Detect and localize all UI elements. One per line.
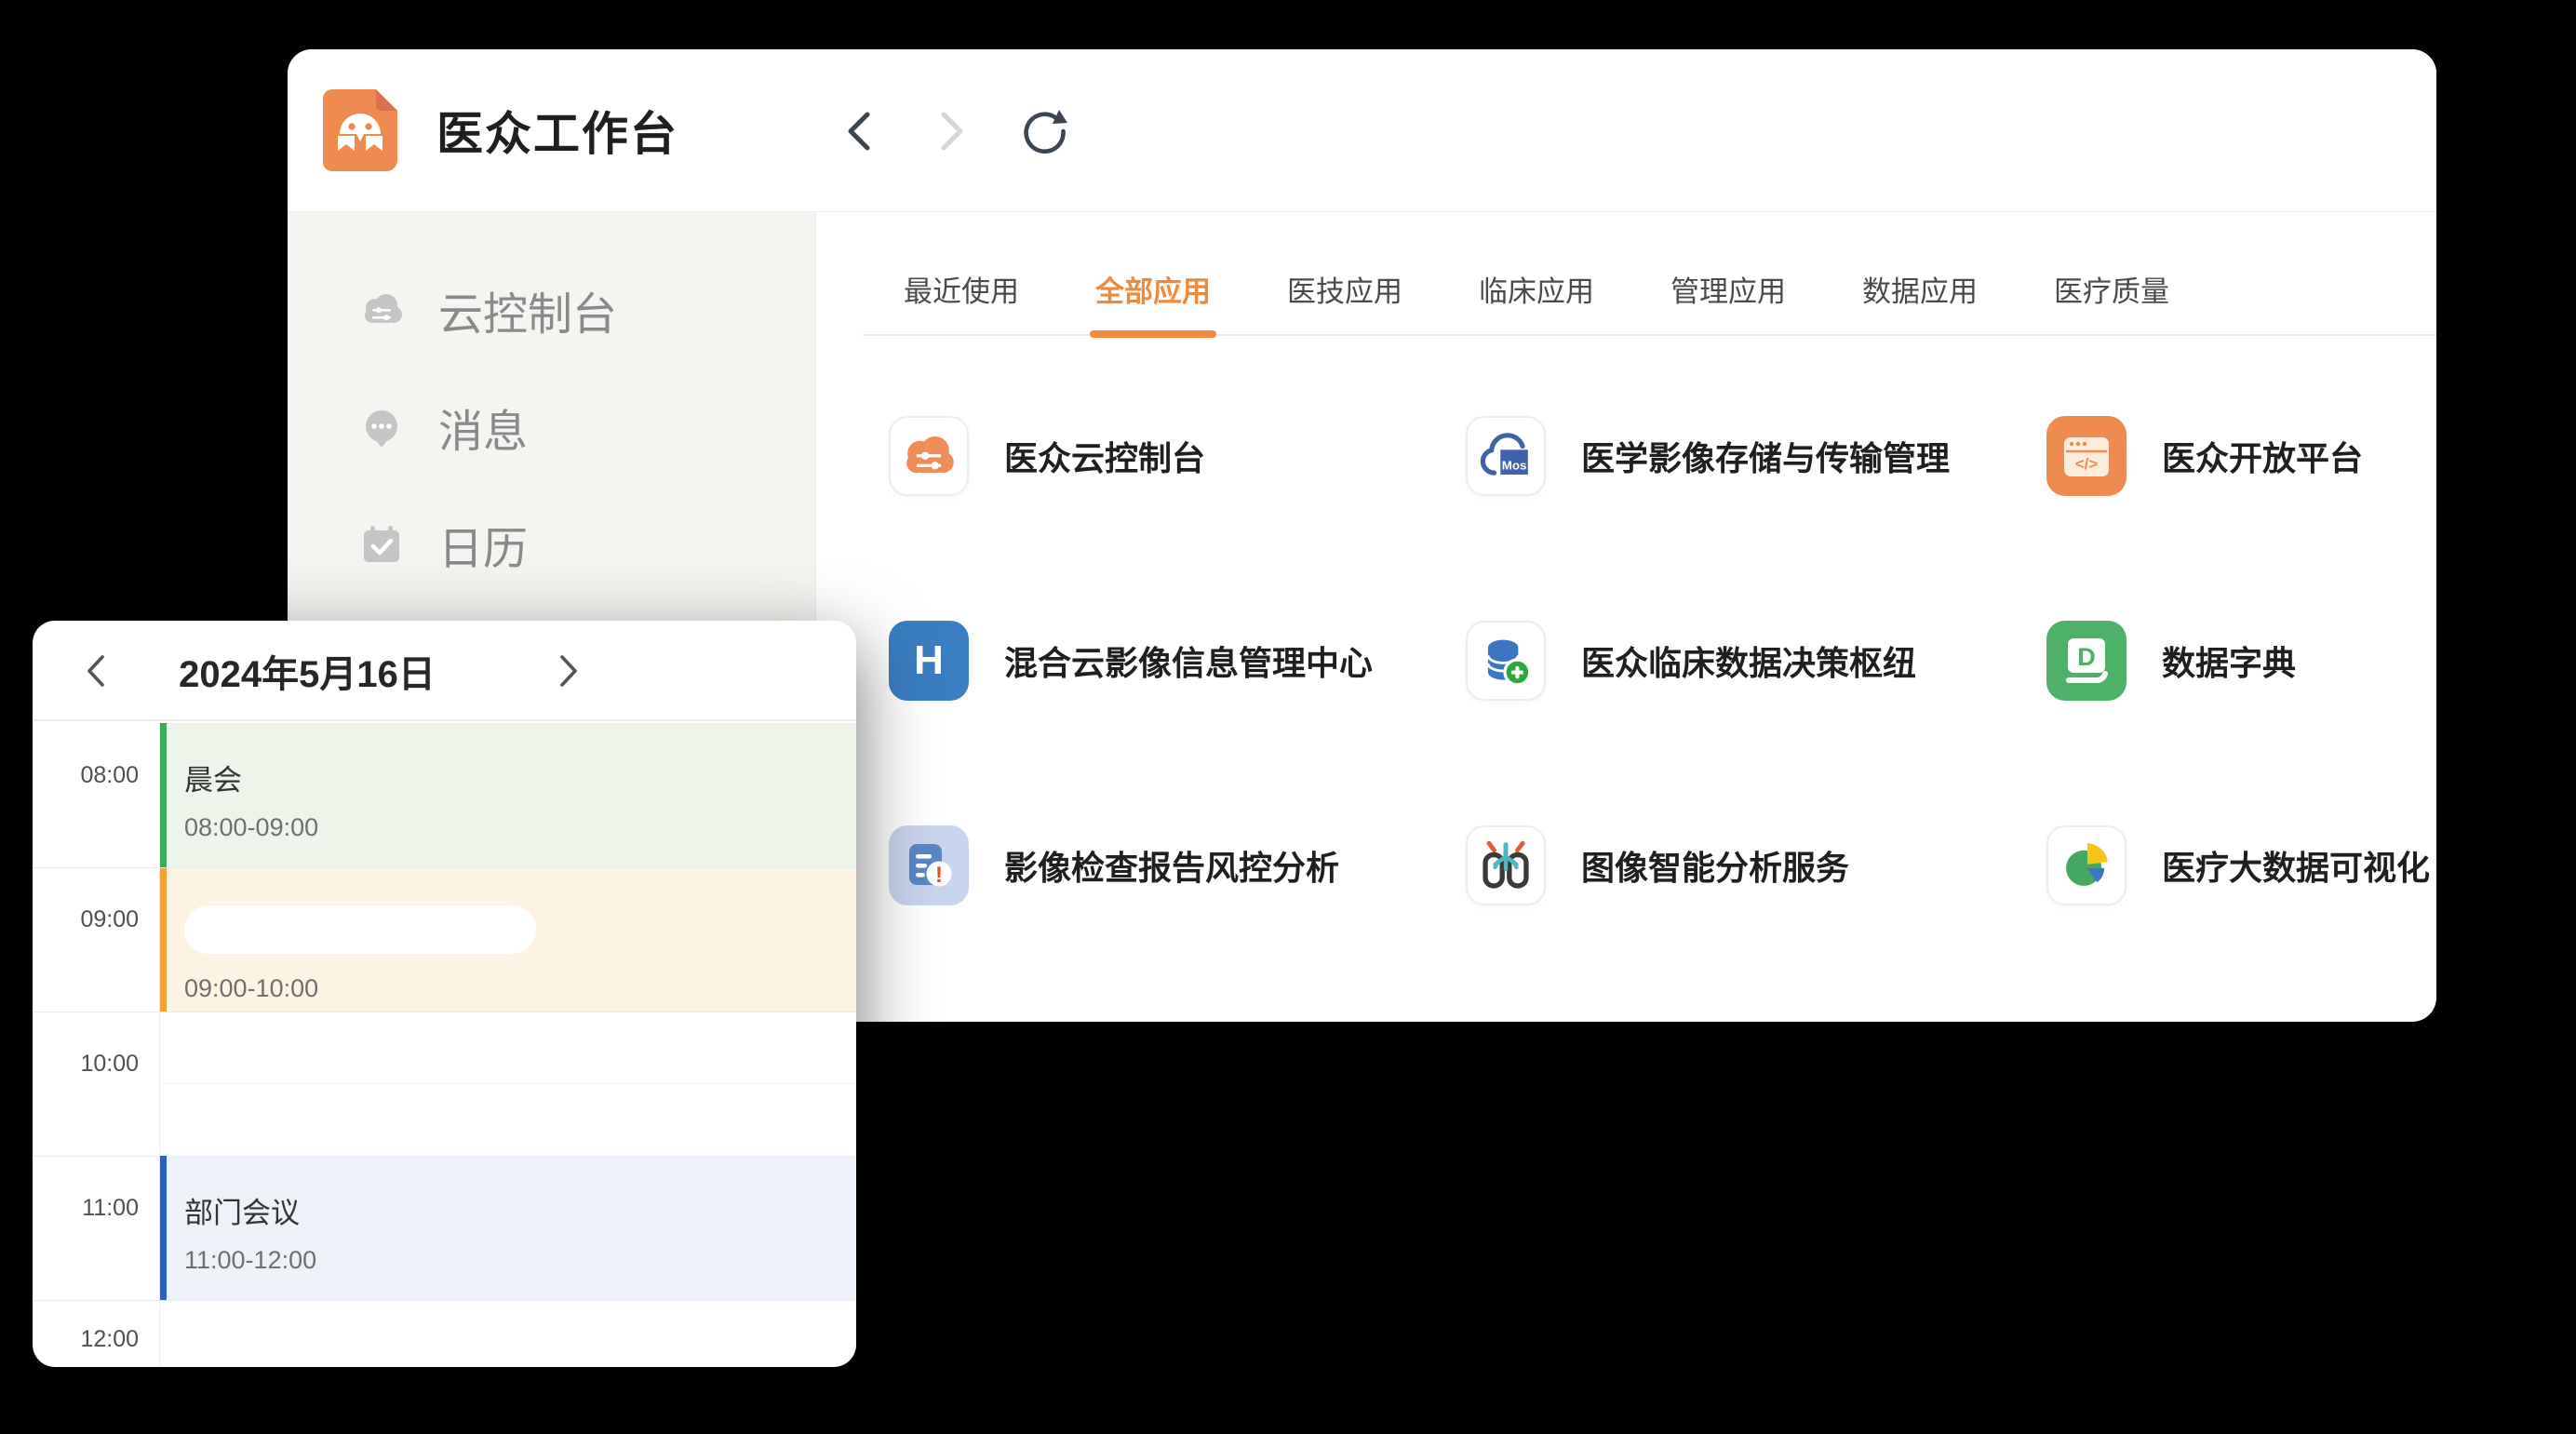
refresh-icon	[1021, 107, 1069, 155]
time-label: 12:00	[33, 1326, 139, 1353]
app-logo-icon	[323, 89, 397, 171]
calendar-check-icon	[356, 519, 407, 570]
app-medical-image-storage[interactable]: Mos 医学影像存储与传输管理	[1466, 416, 2046, 496]
dictionary-d-text: D	[2077, 643, 2096, 671]
cloud-mos-icon: Mos	[1468, 416, 1544, 496]
sidebar-item-label: 消息	[438, 395, 528, 460]
calendar-day-grid: 08:00 09:00 10:00 11:00 12:00 晨会 08:00-0…	[33, 723, 856, 1367]
database-plus-icon	[1468, 621, 1544, 701]
app-open-platform[interactable]: </> 医众开放平台	[2046, 416, 2436, 496]
tab-clinical[interactable]: 临床应用	[1479, 268, 1594, 334]
app-name: 图像智能分析服务	[1581, 841, 1849, 890]
code-window-icon: </>	[2046, 416, 2127, 496]
app-name: 混合云影像信息管理中心	[1004, 637, 1373, 685]
sidebar-item-label: 日历	[438, 512, 528, 577]
event-time: 09:00-10:00	[184, 974, 856, 1003]
calendar-panel: 2024年5月16日 08:00 09:00 10:00 11:00	[33, 621, 856, 1367]
chevron-left-icon	[845, 109, 873, 154]
back-button[interactable]	[835, 107, 883, 155]
event-title-redacted	[184, 905, 536, 954]
app-clinical-data-hub[interactable]: 医众临床数据决策枢纽	[1466, 621, 2046, 701]
app-bigdata-visualization[interactable]: 医疗大数据可视化	[2046, 825, 2436, 905]
app-name: 医疗大数据可视化	[2162, 841, 2430, 890]
tab-all-apps[interactable]: 全部应用	[1095, 268, 1211, 334]
sidebar-item-calendar[interactable]: 日历	[356, 512, 815, 577]
app-cloud-console[interactable]: 医众云控制台	[889, 416, 1466, 496]
event-color-bar	[160, 723, 167, 867]
apps-grid: 医众云控制台 Mos 医学影像存储与传输管理	[889, 416, 2436, 905]
app-data-dictionary[interactable]: D 数据字典	[2046, 621, 2436, 701]
app-image-ai-analysis[interactable]: 图像智能分析服务	[1466, 825, 2046, 905]
window-header: 医众工作台	[288, 49, 2436, 212]
calendar-event-morning-meeting[interactable]: 晨会 08:00-09:00	[160, 723, 856, 867]
chevron-right-icon	[557, 652, 580, 690]
app-report-risk-analysis[interactable]: ! 影像检查报告风控分析	[889, 825, 1466, 905]
event-title: 晨会	[184, 757, 856, 798]
chevron-right-icon	[938, 109, 966, 154]
event-color-bar	[160, 868, 167, 1012]
refresh-button[interactable]	[1021, 107, 1069, 155]
alert-exclamation-text: !	[935, 863, 943, 888]
time-label: 10:00	[33, 1051, 139, 1078]
event-title: 部门会议	[184, 1189, 856, 1231]
hospital-h-icon: H	[914, 637, 944, 684]
tab-quality[interactable]: 医疗质量	[2054, 268, 2169, 334]
time-label: 11:00	[33, 1195, 139, 1222]
message-bubble-icon	[356, 402, 407, 452]
app-name: 影像检查报告风控分析	[1004, 841, 1339, 890]
mos-icon-text: Mos	[1502, 458, 1527, 472]
tab-data[interactable]: 数据应用	[1862, 268, 1978, 334]
app-name: 医众临床数据决策枢纽	[1581, 637, 1916, 685]
forward-button[interactable]	[928, 107, 976, 155]
app-name: 医众开放平台	[2162, 432, 2363, 480]
tab-recent[interactable]: 最近使用	[904, 268, 1019, 334]
half-hour-line	[160, 1083, 856, 1084]
app-title: 医众工作台	[436, 97, 678, 164]
tab-medtech[interactable]: 医技应用	[1287, 268, 1402, 334]
chevron-left-icon	[85, 652, 107, 690]
app-hybrid-cloud-imaging[interactable]: H 混合云影像信息管理中心	[889, 621, 1466, 701]
cloud-icon	[356, 285, 407, 335]
event-time: 08:00-09:00	[184, 813, 856, 842]
sidebar-item-messages[interactable]: 消息	[356, 395, 815, 460]
lungs-icon	[1468, 825, 1544, 905]
calendar-prev-day-button[interactable]	[70, 621, 122, 721]
calendar-event-department-meeting[interactable]: 部门会议 11:00-12:00	[160, 1156, 856, 1300]
app-name: 医众云控制台	[1004, 432, 1205, 480]
event-time: 11:00-12:00	[184, 1246, 856, 1275]
calendar-event-redacted[interactable]: 09:00-10:00	[160, 868, 856, 1012]
report-alert-icon: !	[889, 825, 969, 905]
pie-chart-icon	[2048, 825, 2125, 905]
time-label: 09:00	[33, 906, 139, 933]
nav-buttons	[835, 49, 1069, 212]
calendar-next-day-button[interactable]	[543, 621, 595, 721]
app-name: 医学影像存储与传输管理	[1581, 432, 1950, 480]
calendar-date-title: 2024年5月16日	[121, 621, 493, 721]
tab-management[interactable]: 管理应用	[1670, 268, 1786, 334]
hour-line	[33, 1300, 856, 1301]
app-category-tabs: 最近使用 全部应用 医技应用 临床应用 管理应用 数据应用 医疗质量	[863, 268, 2436, 336]
sidebar-item-label: 云控制台	[438, 277, 617, 342]
cloud-sliders-icon	[891, 416, 967, 496]
sidebar-item-cloud-console[interactable]: 云控制台	[356, 277, 815, 342]
time-label: 08:00	[33, 762, 139, 789]
calendar-header: 2024年5月16日	[33, 621, 856, 721]
event-color-bar	[160, 1156, 167, 1300]
code-icon-text: </>	[2075, 455, 2099, 473]
desktop-background: 医众工作台	[0, 0, 2576, 1434]
main-content: 最近使用 全部应用 医技应用 临床应用 管理应用 数据应用 医疗质量	[816, 212, 2436, 1021]
dictionary-book-icon: D	[2046, 621, 2127, 701]
app-name: 数据字典	[2162, 637, 2296, 685]
